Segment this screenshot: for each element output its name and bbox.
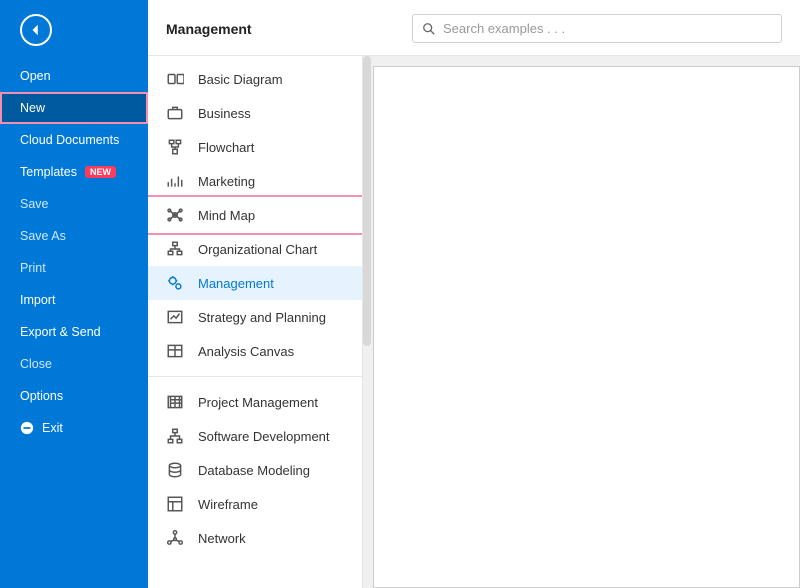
sidebar-item-import[interactable]: Import <box>0 284 148 316</box>
sidebar-item-print[interactable]: Print <box>0 252 148 284</box>
sidebar-item-export-send[interactable]: Export & Send <box>0 316 148 348</box>
category-item-marketing[interactable]: Marketing <box>148 164 362 198</box>
category-label: Business <box>198 106 251 121</box>
category-label: Management <box>198 276 274 291</box>
basic-icon <box>166 70 184 88</box>
category-label: Mind Map <box>198 208 255 223</box>
orgchart-icon <box>166 240 184 258</box>
category-item-business[interactable]: Business <box>148 96 362 130</box>
sidebar-item-exit[interactable]: Exit <box>0 412 148 444</box>
category-item-mind-map[interactable]: Mind Map <box>148 198 362 232</box>
category-label: Organizational Chart <box>198 242 317 257</box>
category-item-database-modeling[interactable]: Database Modeling <box>148 453 362 487</box>
sidebar-item-label: Exit <box>42 421 63 435</box>
strategy-icon <box>166 308 184 326</box>
category-label: Basic Diagram <box>198 72 283 87</box>
sidebar-item-label: Open <box>20 69 51 83</box>
sidebar-item-label: Import <box>20 293 55 307</box>
sidebar-item-label: New <box>20 101 45 115</box>
category-item-wireframe[interactable]: Wireframe <box>148 487 362 521</box>
sidebar-item-save[interactable]: Save <box>0 188 148 220</box>
category-item-organizational-chart[interactable]: Organizational Chart <box>148 232 362 266</box>
new-badge: NEW <box>85 166 116 178</box>
canvas-icon <box>166 342 184 360</box>
sidebar-item-options[interactable]: Options <box>0 380 148 412</box>
category-item-management[interactable]: Management <box>148 266 362 300</box>
software-icon <box>166 427 184 445</box>
arrow-left-icon <box>29 23 43 37</box>
category-separator <box>148 376 362 377</box>
main-header: Management <box>148 0 800 56</box>
category-item-analysis-canvas[interactable]: Analysis Canvas <box>148 334 362 368</box>
category-item-basic-diagram[interactable]: Basic Diagram <box>148 62 362 96</box>
sidebar-item-close[interactable]: Close <box>0 348 148 380</box>
main-body: Basic Diagram Business Flowchart Marketing M… <box>148 56 800 588</box>
network-icon <box>166 529 184 547</box>
category-label: Analysis Canvas <box>198 344 294 359</box>
category-item-software-development[interactable]: Software Development <box>148 419 362 453</box>
mindmap-icon <box>166 206 184 224</box>
preview-card[interactable] <box>373 66 800 588</box>
sidebar-item-open[interactable]: Open <box>0 60 148 92</box>
main-area: Management Basic Diagram Business Flowchar… <box>148 0 800 588</box>
business-icon <box>166 104 184 122</box>
search-icon <box>422 22 436 36</box>
category-panel: Basic Diagram Business Flowchart Marketing M… <box>148 56 363 588</box>
marketing-icon <box>166 172 184 190</box>
sidebar-item-label: Save As <box>20 229 66 243</box>
page-title: Management <box>166 21 252 37</box>
category-label: Software Development <box>198 429 330 444</box>
search-input[interactable] <box>412 14 782 43</box>
sidebar-item-label: Save <box>20 197 49 211</box>
management-icon <box>166 274 184 292</box>
flowchart-icon <box>166 138 184 156</box>
sidebar-item-label: Options <box>20 389 63 403</box>
sidebar-item-label: Close <box>20 357 52 371</box>
sidebar-item-save-as[interactable]: Save As <box>0 220 148 252</box>
preview-area <box>363 56 800 588</box>
database-icon <box>166 461 184 479</box>
category-label: Flowchart <box>198 140 254 155</box>
category-label: Wireframe <box>198 497 258 512</box>
sidebar-item-label: Templates <box>20 165 77 179</box>
sidebar-item-templates[interactable]: Templates NEW <box>0 156 148 188</box>
category-item-strategy-and-planning[interactable]: Strategy and Planning <box>148 300 362 334</box>
sidebar-item-label: Cloud Documents <box>20 133 119 147</box>
sidebar-item-cloud-documents[interactable]: Cloud Documents <box>0 124 148 156</box>
preview-scrollbar[interactable] <box>363 56 371 346</box>
category-label: Project Management <box>198 395 318 410</box>
category-item-network[interactable]: Network <box>148 521 362 555</box>
project-icon <box>166 393 184 411</box>
exit-icon <box>20 421 34 435</box>
sidebar-item-label: Export & Send <box>20 325 101 339</box>
category-item-flowchart[interactable]: Flowchart <box>148 130 362 164</box>
category-label: Strategy and Planning <box>198 310 326 325</box>
sidebar-item-label: Print <box>20 261 46 275</box>
sidebar: Open New Cloud Documents Templates NEW Save Sa… <box>0 0 148 588</box>
sidebar-item-new[interactable]: New <box>0 92 148 124</box>
category-label: Network <box>198 531 246 546</box>
wireframe-icon <box>166 495 184 513</box>
category-label: Database Modeling <box>198 463 310 478</box>
search-wrap <box>412 14 782 43</box>
category-label: Marketing <box>198 174 255 189</box>
back-button[interactable] <box>20 14 52 46</box>
category-item-project-management[interactable]: Project Management <box>148 385 362 419</box>
